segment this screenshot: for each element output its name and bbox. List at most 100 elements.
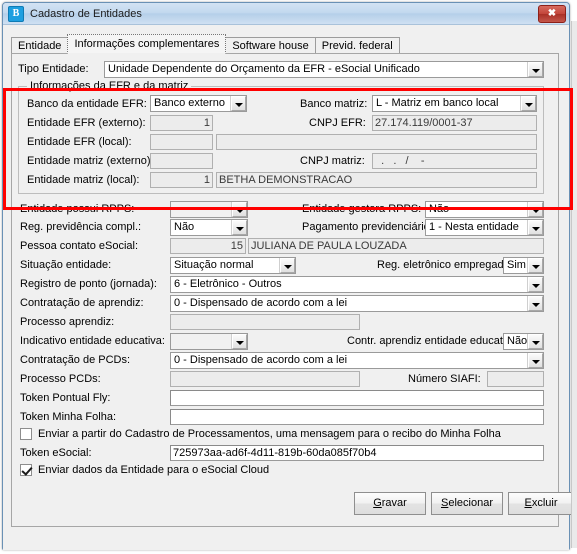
chevron-down-icon[interactable] [280, 258, 295, 273]
selecionar-button[interactable]: Selecionar [431, 492, 503, 515]
banco-entidade-efr-combo[interactable]: Banco externo [150, 95, 247, 112]
excluir-button[interactable]: Excluir [508, 492, 574, 515]
registro-ponto-label: Registro de ponto (jornada): [20, 278, 157, 290]
banco-entidade-efr-value: Banco externo [151, 96, 231, 111]
entidade-efr-local-input[interactable] [150, 134, 213, 150]
contratacao-aprendiz-combo[interactable]: 0 - Dispensado de acordo com a lei [170, 295, 544, 312]
entidade-possui-rpps-label: Entidade possui RPPS: [20, 203, 135, 215]
reg-previdencia-compl-value: Não [171, 220, 232, 235]
checkbox-checked-icon[interactable] [20, 464, 32, 476]
contratacao-pcds-combo[interactable]: 0 - Dispensado de acordo com a lei [170, 352, 544, 369]
entidade-matriz-local-label: Entidade matriz (local): [27, 174, 140, 186]
tipo-entidade-label: Tipo Entidade: [18, 63, 89, 75]
token-esocial-input[interactable] [170, 445, 544, 461]
selecionar-rest: elecionar [448, 497, 493, 509]
contr-aprendiz-entidade-educativa-label: Contr. aprendiz entidade educativa: [347, 335, 521, 347]
situacao-entidade-value: Situação normal [171, 258, 280, 273]
efr-matriz-groupbox: Informações da EFR e da matriz Banco da … [18, 80, 544, 194]
numero-siafi-input[interactable] [487, 371, 544, 387]
entidade-efr-externo-label: Entidade EFR (externo): [27, 117, 146, 129]
entidade-matriz-externo-input[interactable] [150, 153, 213, 169]
contr-aprendiz-entidade-educativa-combo[interactable]: Não [503, 333, 544, 350]
banco-matriz-value: L - Matriz em banco local [373, 96, 521, 111]
chevron-down-icon[interactable] [521, 96, 536, 111]
registro-ponto-combo[interactable]: 6 - Eletrônico - Outros [170, 276, 544, 293]
tipo-entidade-combo[interactable]: Unidade Dependente do Orçamento da EFR -… [104, 61, 544, 78]
entidade-matriz-externo-label: Entidade matriz (externo): [27, 155, 154, 167]
cadastro-entidades-window: B Cadastro de Entidades ✖ Entidade Infor… [2, 2, 574, 550]
indicativo-entidade-educativa-combo[interactable] [170, 333, 248, 350]
registro-ponto-value: 6 - Eletrônico - Outros [171, 277, 528, 292]
chevron-down-icon[interactable] [528, 258, 543, 273]
indicativo-entidade-educativa-label: Indicativo entidade educativa: [20, 335, 165, 347]
chevron-down-icon[interactable] [528, 220, 543, 235]
token-pontual-fly-input[interactable] [170, 390, 544, 406]
gravar-rest: ravar [381, 497, 407, 509]
chevron-down-icon[interactable] [528, 353, 543, 368]
gravar-accel: G [373, 497, 382, 509]
entidade-gestora-rpps-value: Não [426, 202, 528, 217]
window-title: Cadastro de Entidades [30, 7, 142, 20]
enviar-cadastro-processamentos-checkbox[interactable]: Enviar a partir do Cadastro de Processam… [20, 428, 501, 440]
entidade-gestora-rpps-combo[interactable]: Não [425, 201, 544, 218]
reg-previdencia-compl-combo[interactable]: Não [170, 219, 248, 236]
contratacao-aprendiz-value: 0 - Dispensado de acordo com a lei [171, 296, 528, 311]
numero-siafi-label: Número SIAFI: [408, 373, 481, 385]
processo-pcds-label: Processo PCDs: [20, 373, 101, 385]
processo-aprendiz-input[interactable] [170, 314, 360, 330]
enviar-esocial-cloud-checkbox[interactable]: Enviar dados da Entidade para o eSocial … [20, 464, 269, 476]
processo-pcds-input[interactable] [170, 371, 360, 387]
reg-eletronico-empregados-combo[interactable]: Sim [503, 257, 544, 274]
entidade-possui-rpps-value [171, 202, 232, 217]
chevron-down-icon[interactable] [232, 202, 247, 217]
entidade-efr-externo-input[interactable] [150, 115, 213, 131]
processo-aprendiz-label: Processo aprendiz: [20, 316, 115, 328]
tab-bar: Entidade Informações complementares Soft… [11, 34, 400, 55]
chevron-down-icon[interactable] [528, 296, 543, 311]
cnpj-efr-label: CNPJ EFR: [309, 117, 366, 129]
pessoa-contato-esocial-input[interactable] [170, 238, 246, 254]
pagamento-previdenciario-value: 1 - Nesta entidade [426, 220, 528, 235]
indicativo-entidade-educativa-value [171, 334, 232, 349]
window-edge-scroll-hint[interactable] [571, 21, 577, 548]
chevron-down-icon[interactable] [528, 62, 543, 77]
entidade-efr-local-desc-input[interactable] [216, 134, 537, 150]
chevron-down-icon[interactable] [231, 96, 246, 111]
gravar-button[interactable]: Gravar [354, 492, 426, 515]
chevron-down-icon[interactable] [528, 277, 543, 292]
chevron-down-icon[interactable] [232, 220, 247, 235]
excluir-accel: E [524, 497, 532, 509]
chevron-down-icon[interactable] [232, 334, 247, 349]
efr-matriz-group-title: Informações da EFR e da matriz [27, 80, 192, 92]
cnpj-matriz-input[interactable] [372, 153, 537, 169]
close-icon[interactable]: ✖ [538, 5, 566, 23]
entidade-possui-rpps-combo[interactable] [170, 201, 248, 218]
reg-previdencia-compl-label: Reg. previdência compl.: [20, 221, 142, 233]
app-logo-icon: B [8, 5, 24, 22]
banco-entidade-efr-label: Banco da entidade EFR: [27, 98, 147, 110]
pessoa-contato-esocial-desc-input[interactable] [248, 238, 544, 254]
enviar-cadastro-processamentos-label: Enviar a partir do Cadastro de Processam… [38, 428, 501, 440]
checkbox-icon[interactable] [20, 428, 32, 440]
token-minha-folha-input[interactable] [170, 409, 544, 425]
contratacao-aprendiz-label: Contratação de aprendiz: [20, 297, 144, 309]
pagamento-previdenciario-combo[interactable]: 1 - Nesta entidade [425, 219, 544, 236]
pagamento-previdenciario-label: Pagamento previdenciário: [302, 221, 433, 233]
situacao-entidade-combo[interactable]: Situação normal [170, 257, 296, 274]
token-pontual-fly-label: Token Pontual Fly: [20, 392, 111, 404]
cnpj-efr-input[interactable] [372, 115, 537, 131]
reg-eletronico-empregados-label: Reg. eletrônico empregados: [377, 259, 519, 271]
banco-matriz-combo[interactable]: L - Matriz em banco local [372, 95, 537, 112]
pessoa-contato-esocial-label: Pessoa contato eSocial: [20, 240, 139, 252]
contr-aprendiz-entidade-educativa-value: Não [504, 334, 528, 349]
entidade-gestora-rpps-label: Entidade gestora RPPS: [302, 203, 422, 215]
chevron-down-icon[interactable] [528, 202, 543, 217]
chevron-down-icon[interactable] [528, 334, 543, 349]
cnpj-matriz-label: CNPJ matriz: [300, 155, 365, 167]
form-panel: Tipo Entidade: Unidade Dependente do Orç… [11, 53, 574, 527]
situacao-entidade-label: Situação entidade: [20, 259, 112, 271]
entidade-matriz-local-input[interactable] [150, 172, 213, 188]
entidade-matriz-local-desc-input[interactable] [216, 172, 537, 188]
tab-informacoes-complementares[interactable]: Informações complementares [67, 34, 227, 54]
reg-eletronico-empregados-value: Sim [504, 258, 528, 273]
